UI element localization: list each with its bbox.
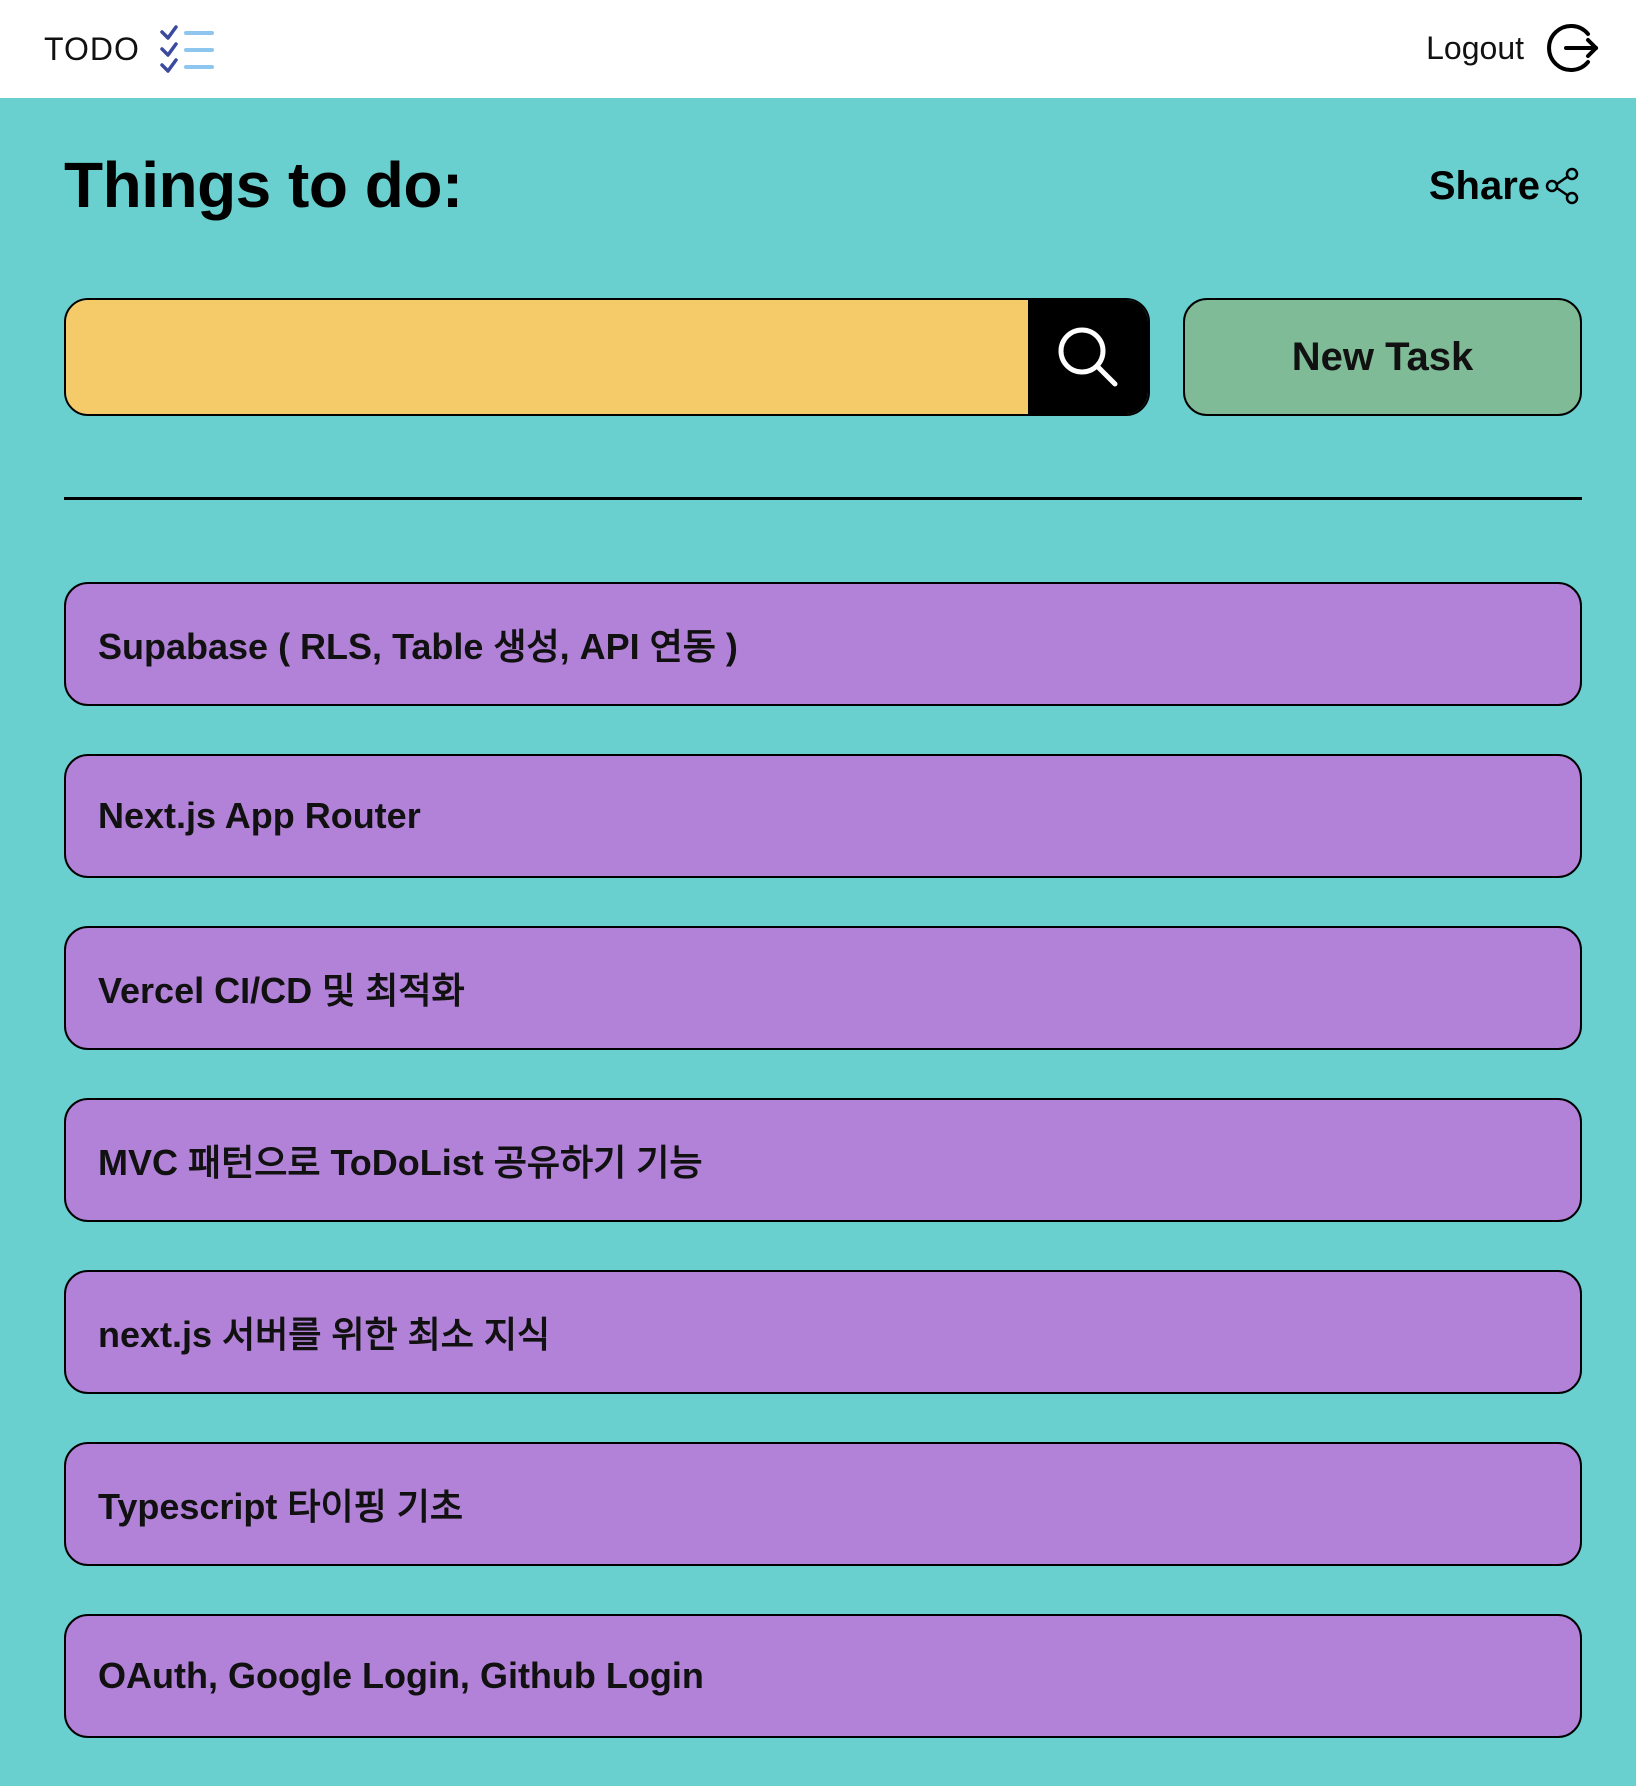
task-label: Next.js App Router: [98, 795, 421, 836]
logout-button[interactable]: Logout: [1426, 20, 1600, 76]
task-label: Vercel CI/CD 및 최적화: [98, 970, 465, 1011]
logout-label: Logout: [1426, 29, 1524, 66]
top-navigation-bar: TODO Logout: [0, 0, 1636, 98]
new-task-button[interactable]: New Task: [1183, 298, 1582, 416]
task-item[interactable]: Supabase ( RLS, Table 생성, API 연동 ): [64, 582, 1582, 706]
divider: [64, 497, 1582, 500]
search-input[interactable]: [66, 300, 1028, 414]
brand-name: TODO: [44, 30, 140, 67]
task-list: Supabase ( RLS, Table 생성, API 연동 ) Next.…: [64, 582, 1582, 1786]
brand-logo[interactable]: TODO: [44, 24, 216, 74]
task-item[interactable]: Next.js App Router: [64, 754, 1582, 878]
task-label: Typescript 타이핑 기초: [98, 1486, 463, 1527]
task-item[interactable]: MVC 패턴으로 ToDoList 공유하기 기능: [64, 1098, 1582, 1222]
share-label: Share: [1428, 163, 1540, 208]
task-item[interactable]: next.js 서버를 위한 최소 지식: [64, 1270, 1582, 1394]
search-button[interactable]: [1028, 300, 1148, 414]
task-label: MVC 패턴으로 ToDoList 공유하기 기능: [98, 1142, 703, 1183]
task-label: Supabase ( RLS, Table 생성, API 연동 ): [98, 626, 738, 667]
task-item[interactable]: Typescript 타이핑 기초: [64, 1442, 1582, 1566]
search-bar: [64, 298, 1150, 416]
share-icon: [1545, 167, 1579, 205]
task-item[interactable]: Vercel CI/CD 및 최적화: [64, 926, 1582, 1050]
search-icon: [1058, 327, 1118, 387]
share-button[interactable]: Share: [1429, 160, 1580, 212]
checklist-icon: [160, 25, 214, 73]
task-label: next.js 서버를 위한 최소 지식: [98, 1314, 551, 1355]
page-title: Things to do:: [64, 149, 463, 221]
logout-icon: [1547, 24, 1598, 72]
task-item[interactable]: OAuth, Google Login, Github Login: [64, 1614, 1582, 1738]
task-label: OAuth, Google Login, Github Login: [98, 1655, 704, 1696]
